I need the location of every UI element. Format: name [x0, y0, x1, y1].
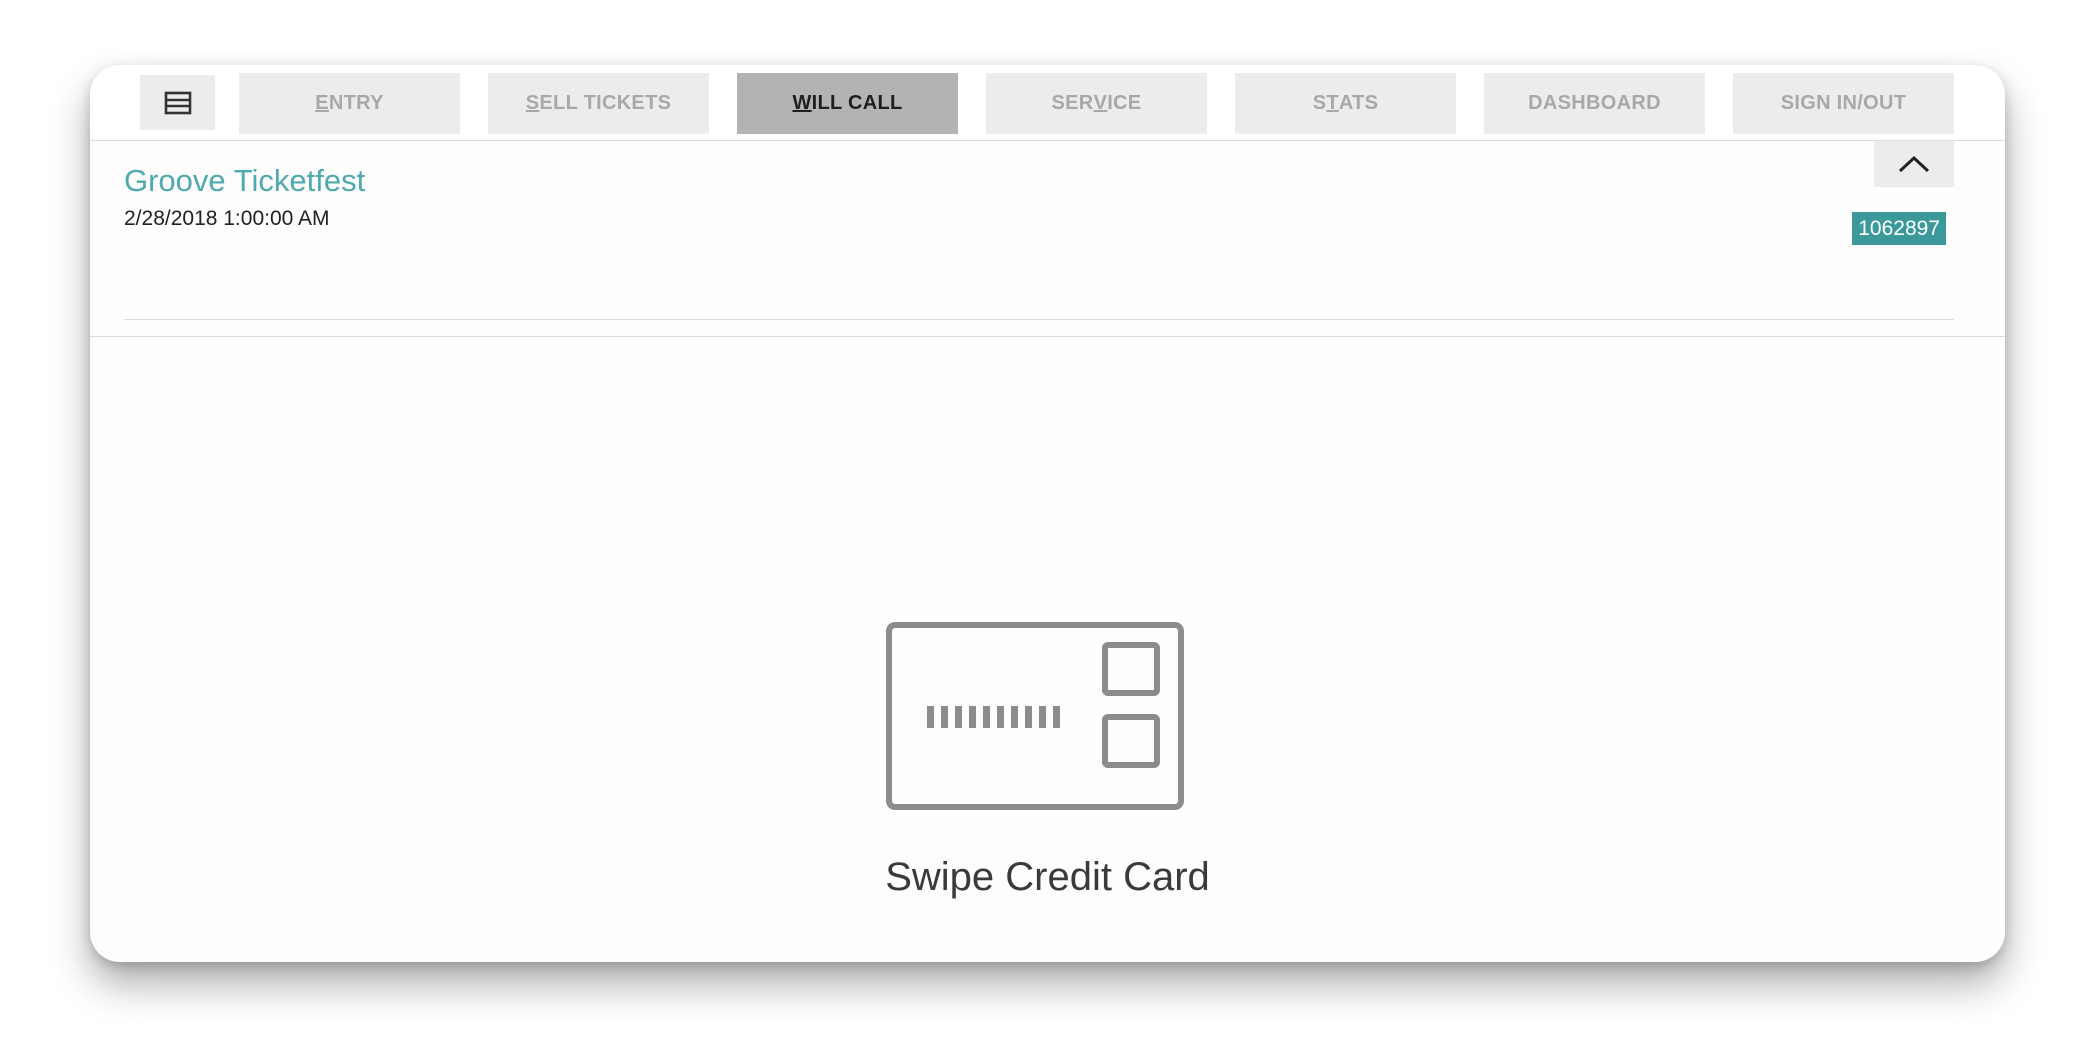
event-name: Groove Ticketfest: [124, 163, 366, 198]
tab-entry[interactable]: E NTRY: [239, 73, 460, 134]
tab-dashboard[interactable]: DASHBOARD: [1484, 73, 1705, 134]
menu-button[interactable]: [140, 75, 215, 130]
chevron-up-icon: [1898, 155, 1930, 173]
tab-bar: E NTRY S ELL TICKETS W ILL CALL SER V ICE STA…: [90, 65, 2005, 141]
event-id-badge: 1062897: [1852, 212, 1946, 245]
tab-service[interactable]: SER V ICE: [986, 73, 1207, 134]
app-window: E NTRY S ELL TICKETS W ILL CALL SER V ICE STA…: [90, 65, 2005, 962]
divider: [124, 319, 1954, 320]
event-date: 2/28/2018 1:00:00 AM: [124, 207, 330, 230]
collapse-button[interactable]: [1874, 141, 1954, 187]
credit-card-icon: [886, 622, 1184, 810]
swipe-card-prompt: Swipe Credit Card: [885, 855, 1210, 899]
tab-will-call[interactable]: W ILL CALL: [737, 73, 958, 134]
tab-stats[interactable]: S T ATS: [1235, 73, 1456, 134]
tab-sign-in-out[interactable]: SIGN IN/OUT: [1733, 73, 1954, 134]
list-menu-icon: [164, 91, 191, 114]
event-header: [90, 141, 2005, 337]
tab-sell-tickets[interactable]: S ELL TICKETS: [488, 73, 709, 134]
